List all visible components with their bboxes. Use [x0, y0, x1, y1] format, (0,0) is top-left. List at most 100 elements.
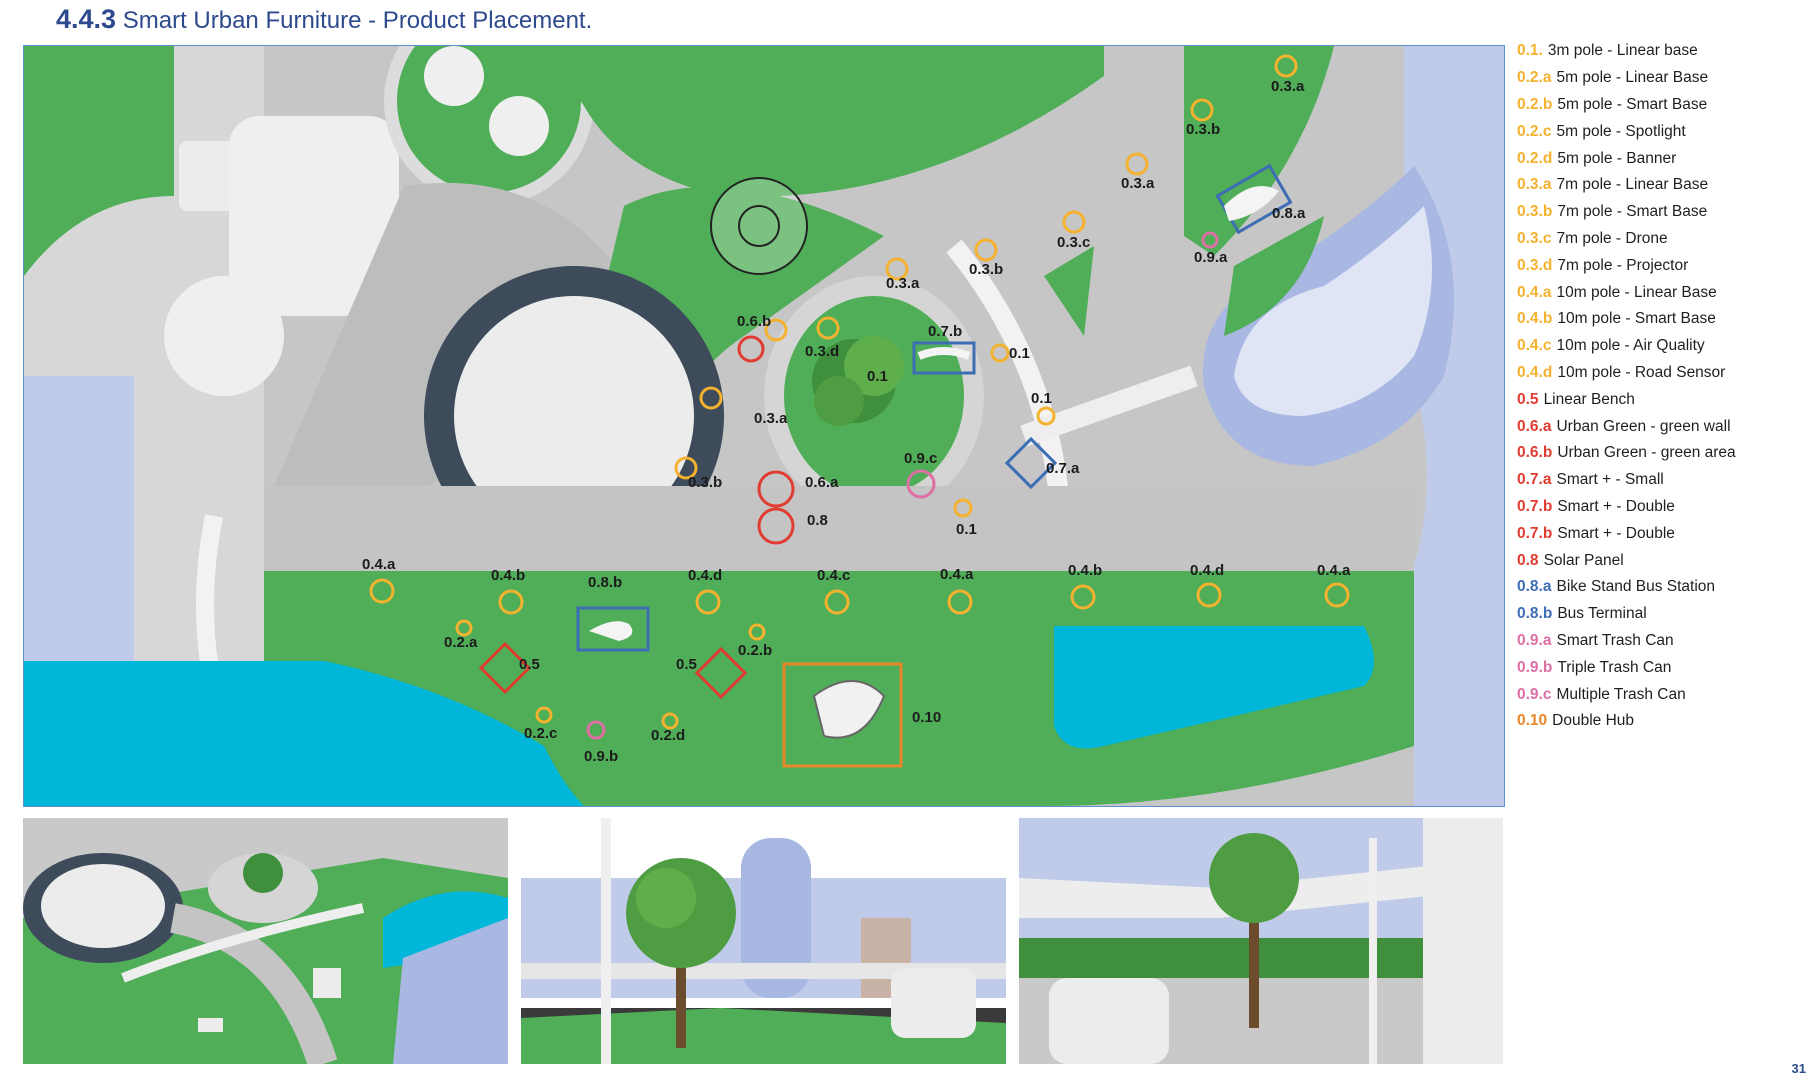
legend-label: 3m pole - Linear base [1547, 42, 1698, 60]
map-label: 0.5 [676, 656, 697, 673]
legend-item: 0.3.b 7m pole - Smart Base [1517, 199, 1802, 226]
legend-label: Multiple Trash Can [1556, 685, 1686, 703]
legend-item: 0.2.b 5m pole - Smart Base [1517, 92, 1802, 119]
legend-label: Bike Stand Bus Station [1556, 578, 1716, 596]
legend-item: 0.9.c Multiple Trash Can [1517, 681, 1802, 708]
legend-item: 0.6.a Urban Green - green wall [1517, 413, 1802, 440]
legend-label: 10m pole - Linear Base [1556, 283, 1717, 301]
map-label: 0.3.c [1057, 234, 1090, 251]
map-label: 0.7.b [928, 323, 962, 340]
legend-item: 0.1. 3m pole - Linear base [1517, 38, 1802, 65]
legend-label: Double Hub [1552, 712, 1635, 730]
legend-code: 0.4.d [1517, 363, 1553, 381]
road [264, 486, 1414, 571]
legend-item: 0.4.b 10m pole - Smart Base [1517, 306, 1802, 333]
legend-item: 0.9.b Triple Trash Can [1517, 654, 1802, 681]
render-aerial-view [23, 818, 508, 1064]
legend-code: 0.3.c [1517, 229, 1552, 247]
map-label: 0.3.b [1186, 121, 1220, 138]
legend-code: 0.9.b [1517, 658, 1553, 676]
map-label: 0.4.a [1317, 562, 1351, 579]
legend-code: 0.7.a [1517, 471, 1552, 489]
legend-code: 0.10 [1517, 712, 1548, 730]
legend-label: Solar Panel [1543, 551, 1624, 569]
legend-label: Linear Bench [1543, 390, 1635, 408]
legend-code: 0.2.b [1517, 95, 1553, 113]
map-label: 0.3.b [969, 261, 1003, 278]
map-label: 0.5 [519, 656, 540, 673]
legend-code: 0.7.b [1517, 524, 1553, 542]
legend-item: 0.4.d 10m pole - Road Sensor [1517, 360, 1802, 387]
map-label: 0.4.a [362, 556, 396, 573]
legend-item: 0.8.b Bus Terminal [1517, 601, 1802, 628]
legend-code: 0.3.d [1517, 256, 1553, 274]
map-label: 0.8.a [1272, 205, 1306, 222]
legend-code: 0.6.b [1517, 444, 1553, 462]
map-label: 0.3.a [1121, 175, 1155, 192]
tree-canopy [814, 376, 864, 426]
legend-label: Triple Trash Can [1557, 658, 1672, 676]
legend-code: 0.9.a [1517, 631, 1552, 649]
legend-item: 0.5 Linear Bench [1517, 386, 1802, 413]
legend-item: 0.3.d 7m pole - Projector [1517, 252, 1802, 279]
section-number: 4.4.3 [56, 4, 117, 34]
legend-item: 0.9.a Smart Trash Can [1517, 628, 1802, 655]
legend-item: 0.7.b Smart + - Double [1517, 494, 1802, 521]
legend-code: 0.8.b [1517, 605, 1553, 623]
legend-label: Smart + - Double [1557, 524, 1675, 542]
map-label: 0.4.c [817, 567, 850, 584]
legend-code: 0.4.c [1517, 337, 1552, 355]
legend-label: 5m pole - Spotlight [1556, 122, 1686, 140]
site-plan-drawing: 0.3.a 0.3.b 0.3.a 0.3.c 0.8.a 0.9.a 0.3.… [24, 46, 1504, 806]
legend-label: Urban Green - green wall [1556, 417, 1731, 435]
legend-code: 0.4.b [1517, 310, 1553, 328]
legend-label: Urban Green - green area [1557, 444, 1736, 462]
legend-label: Bus Terminal [1557, 605, 1647, 623]
legend-code: 0.3.b [1517, 203, 1553, 221]
legend-code: 0.3.a [1517, 176, 1552, 194]
map-label: 0.4.d [688, 567, 722, 584]
drone-zone [710, 177, 808, 275]
section-title: Smart Urban Furniture - Product Placemen… [122, 7, 593, 34]
map-label: 0.6.a [805, 474, 839, 491]
legend-item: 0.3.a 7m pole - Linear Base [1517, 172, 1802, 199]
legend-label: Smart Trash Can [1556, 631, 1674, 649]
map-label: 0.7.a [1046, 460, 1080, 477]
map-label: 0.3.b [688, 474, 722, 491]
render-street-view [521, 818, 1006, 1064]
render-plaza-view [1019, 818, 1503, 1064]
legend-label: 5m pole - Linear Base [1556, 69, 1709, 87]
map-label: 0.1 [1009, 345, 1030, 362]
map-label: 0.3.a [886, 275, 920, 292]
legend-label: Smart + - Double [1557, 497, 1675, 515]
legend-item: 0.2.a 5m pole - Linear Base [1517, 65, 1802, 92]
map-label: 0.6.b [737, 313, 771, 330]
site-plan-map: 0.3.a 0.3.b 0.3.a 0.3.c 0.8.a 0.9.a 0.3.… [23, 45, 1505, 807]
legend-item: 0.2.d 5m pole - Banner [1517, 145, 1802, 172]
legend-item: 0.3.c 7m pole - Drone [1517, 226, 1802, 253]
legend-label: 7m pole - Linear Base [1556, 176, 1709, 194]
map-label: 0.1 [867, 368, 888, 385]
legend-code: 0.2.c [1517, 122, 1552, 140]
legend-code: 0.5 [1517, 390, 1539, 408]
legend-label: 7m pole - Smart Base [1557, 203, 1708, 221]
map-label: 0.4.a [940, 566, 974, 583]
legend-item: 0.4.a 10m pole - Linear Base [1517, 279, 1802, 306]
legend-item: 0.4.c 10m pole - Air Quality [1517, 333, 1802, 360]
legend-item: 0.8.a Bike Stand Bus Station [1517, 574, 1802, 601]
map-label: 0.8.b [588, 574, 622, 591]
legend-code: 0.4.a [1517, 283, 1552, 301]
map-label: 0.2.a [444, 634, 478, 651]
legend-label: 5m pole - Smart Base [1557, 95, 1708, 113]
map-label: 0.9.c [904, 450, 937, 467]
legend-item: 0.2.c 5m pole - Spotlight [1517, 118, 1802, 145]
legend-label: 7m pole - Drone [1556, 229, 1668, 247]
legend-label: 10m pole - Road Sensor [1557, 363, 1726, 381]
legend-item: 0.8 Solar Panel [1517, 547, 1802, 574]
legend-item: 0.6.b Urban Green - green area [1517, 440, 1802, 467]
map-label: 0.2.d [651, 727, 685, 744]
legend-item: 0.10 Double Hub [1517, 708, 1802, 735]
legend-label: Smart + - Small [1556, 471, 1664, 489]
legend-label: 10m pole - Air Quality [1556, 337, 1705, 355]
map-label: 0.4.b [491, 567, 525, 584]
